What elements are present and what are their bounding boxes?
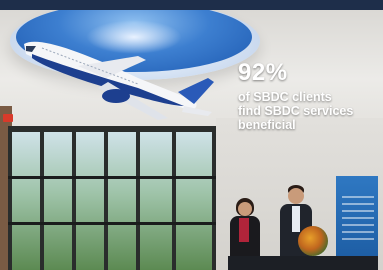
window-pane: [108, 132, 136, 270]
window-pane: [76, 132, 104, 270]
banner-text-lines: [342, 196, 374, 242]
stat-caption: of SBDC clients find SBDC services benef…: [238, 90, 383, 132]
window-pane: [176, 132, 212, 270]
lobby-photo: 92% of SBDC clients find SBDC services b…: [0, 0, 383, 270]
reception-table: [228, 256, 378, 270]
top-band: [0, 0, 383, 10]
statistic-overlay: 92% of SBDC clients find SBDC services b…: [238, 59, 383, 133]
stat-caption-line: of SBDC clients: [238, 90, 332, 104]
window-mullion: [8, 176, 216, 179]
stat-percentage: 92%: [238, 59, 288, 86]
stat-caption-line: beneficial: [238, 118, 296, 132]
window-pane: [44, 132, 72, 270]
exit-sign-icon: [3, 114, 13, 122]
airplane-model: [24, 41, 214, 120]
glass-window-wall: [8, 126, 216, 270]
window-pane: [12, 132, 40, 270]
flower-arrangement: [298, 226, 328, 256]
stat-caption-line: find SBDC services: [238, 104, 354, 118]
window-pane: [140, 132, 172, 270]
window-mullion: [8, 222, 216, 225]
